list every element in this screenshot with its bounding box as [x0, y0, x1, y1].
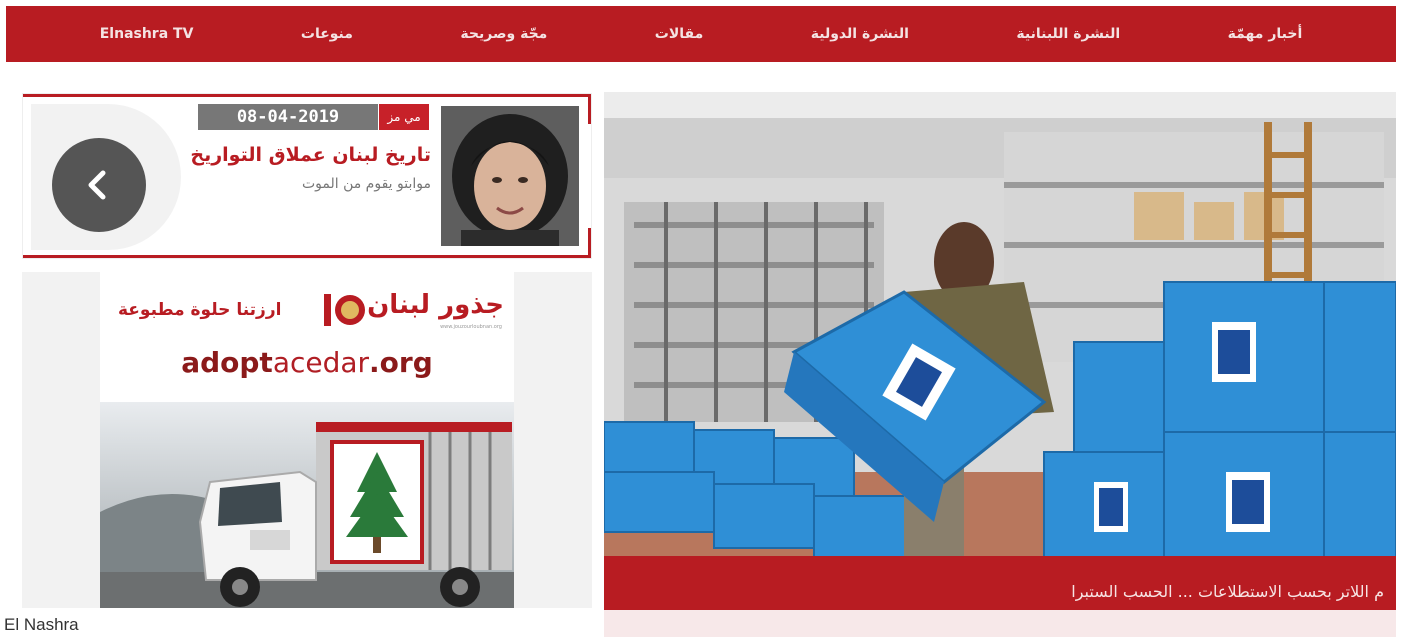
ad-small-print: www.jouzourloubnan.org	[440, 324, 502, 330]
author-portrait-image	[441, 106, 579, 246]
nav-item-important-news[interactable]: أخبار مهمّة	[1228, 26, 1303, 42]
article-subtitle: موابتو يقوم من الموت	[301, 176, 431, 192]
previous-button[interactable]	[52, 138, 146, 232]
nav-item-lebanese-news[interactable]: النشرة اللبنانية	[1016, 26, 1120, 42]
featured-article-card[interactable]: 08-04-2019 مي مز تاريخ لبنان عملاق التوا…	[22, 93, 592, 259]
author-badge[interactable]: مي مز	[379, 104, 429, 130]
card-frame	[588, 228, 591, 258]
ad-brand-name: جذور لبنان	[367, 290, 504, 320]
top-nav: أخبار مهمّة النشرة اللبنانية النشرة الدو…	[6, 6, 1396, 62]
story-caption[interactable]: م اللاتر بحسب الاستطلاعات ... الحسب الست…	[1071, 582, 1384, 601]
card-frame	[588, 94, 591, 124]
nav-item-articles[interactable]: مقالات	[655, 26, 704, 42]
article-headline[interactable]: تاريخ لبنان عملاق التواريخ	[153, 142, 431, 168]
ad-url[interactable]: adoptacedar.org	[100, 346, 514, 379]
story-caption-bar[interactable]: م اللاتر بحسب الاستطلاعات ... الحسب الست…	[604, 556, 1396, 610]
ad-url-part: .org	[369, 346, 433, 379]
ad-slogan: ارزتنا حلوة مطبوعة	[118, 300, 282, 320]
advertisement[interactable]: جذور لبنان ارزتنا حلوة مطبوعة www.jouzou…	[22, 272, 592, 610]
nav-item-misc[interactable]: منوعات	[301, 26, 353, 42]
author-photo[interactable]	[441, 106, 579, 246]
nav-item-tv[interactable]: Elnashra TV	[100, 26, 194, 42]
ad-header: جذور لبنان ارزتنا حلوة مطبوعة www.jouzou…	[100, 272, 514, 402]
truck-image	[100, 402, 514, 610]
main-story-image[interactable]	[604, 92, 1396, 610]
image-source-credit: El Nashra	[4, 615, 79, 634]
article-date: 08-04-2019	[198, 104, 378, 130]
card-frame	[23, 94, 591, 97]
nav-item-international-news[interactable]: النشرة الدولية	[811, 26, 909, 42]
chevron-left-icon	[88, 170, 106, 200]
ad-url-part: adopt	[181, 346, 273, 379]
ad-url-part: acedar	[272, 346, 370, 379]
caption-overlay	[604, 610, 1396, 637]
ballot-boxes-photo	[604, 92, 1396, 610]
card-frame	[23, 255, 591, 258]
ad-banner[interactable]: جذور لبنان ارزتنا حلوة مطبوعة www.jouzou…	[100, 272, 514, 610]
source-background	[0, 608, 604, 637]
nav-item-frank[interactable]: مجّة وصريحة	[460, 26, 547, 42]
